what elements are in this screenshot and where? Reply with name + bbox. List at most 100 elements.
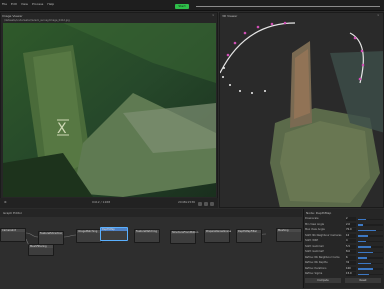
- param-row: Refine: Nb Neighbour Cams 6: [305, 255, 383, 261]
- param-value-input[interactable]: 6: [346, 255, 356, 260]
- param-slider-fill: [358, 246, 371, 248]
- param-slider[interactable]: [358, 240, 383, 242]
- underwater-photo[interactable]: X: [3, 23, 216, 197]
- param-label: Downscale: [305, 217, 319, 220]
- param-row: Max View Angle 70.0: [305, 228, 383, 233]
- graph-node[interactable]: DepthMapFilter: [236, 229, 262, 243]
- param-label: SGM: GammaP: [305, 250, 324, 253]
- param-value-input[interactable]: 100: [346, 266, 356, 271]
- node-title: DepthMap: [101, 228, 127, 231]
- param-label: SGM: WSH: [305, 239, 319, 242]
- param-label: Refine: Sigma: [305, 272, 323, 275]
- inspector-buttons: Compute Reset: [305, 278, 383, 283]
- node-title: CameraInit: [1, 229, 25, 232]
- param-label: Max View Angle: [305, 228, 325, 231]
- param-slider[interactable]: [358, 224, 383, 226]
- param-value-input[interactable]: 31: [346, 261, 356, 265]
- menu-view[interactable]: View: [21, 2, 28, 6]
- param-value-input[interactable]: 5.5: [346, 244, 356, 249]
- param-value-input[interactable]: 4: [346, 239, 356, 243]
- menu-process[interactable]: Process: [32, 2, 43, 6]
- close-icon[interactable]: ×: [377, 13, 380, 17]
- zoom-in-icon[interactable]: [198, 202, 202, 206]
- param-row: Refine: Nb Depths 31: [305, 261, 383, 266]
- compute-button[interactable]: Compute: [305, 278, 341, 283]
- close-icon[interactable]: ×: [212, 13, 215, 17]
- param-slider[interactable]: [358, 218, 383, 220]
- param-slider-fill: [358, 273, 370, 275]
- param-label: Refine: Iterations: [305, 266, 327, 270]
- param-slider[interactable]: [358, 262, 383, 264]
- image-path: /datasets/underwater/wreck_survey/image_…: [4, 19, 70, 22]
- node-title: PrepareDenseScene: [205, 230, 232, 233]
- graph-node[interactable]: ImageMatching: [76, 229, 102, 243]
- param-slider-fill: [358, 251, 373, 253]
- menu-bar: File Edit View Process Help: [2, 2, 54, 6]
- graph-node[interactable]: MeshFiltering: [28, 244, 54, 256]
- param-slider-fill: [358, 262, 371, 264]
- graph-editor-title: Graph Editor: [3, 211, 23, 215]
- node-title: FeatureMatching: [135, 230, 159, 233]
- inspector-title: Node: DepthMap: [306, 211, 332, 215]
- node-title: FeatureExtraction: [39, 232, 63, 235]
- progress-line: [196, 6, 380, 7]
- param-slider[interactable]: [358, 257, 383, 259]
- param-label: SGM: GammaC: [305, 244, 324, 248]
- graph-node[interactable]: FeatureMatching: [134, 229, 160, 243]
- param-slider[interactable]: [358, 235, 383, 237]
- param-value-input[interactable]: 2: [346, 217, 356, 221]
- param-slider[interactable]: [358, 273, 383, 275]
- reset-button[interactable]: Reset: [345, 278, 381, 283]
- image-viewer-footer: ⚙ 0412 / 1268 2048x1536: [0, 198, 218, 208]
- node-title: ImageMatching: [77, 230, 101, 233]
- param-value-input[interactable]: 15.0: [346, 272, 356, 276]
- point-cloud-graphic: [220, 13, 383, 207]
- param-label: Refine: Nb Depths: [305, 261, 328, 264]
- graph-node[interactable]: PrepareDenseScene: [204, 229, 232, 243]
- 3d-viewer-panel[interactable]: [219, 12, 384, 208]
- graph-node[interactable]: StructureFromMotion: [170, 230, 199, 244]
- param-slider-fill: [358, 268, 373, 270]
- zoom-out-icon[interactable]: [204, 202, 208, 206]
- param-slider[interactable]: [358, 268, 383, 270]
- param-slider[interactable]: [358, 229, 383, 231]
- viewer-settings-icon[interactable]: ⚙: [4, 200, 7, 204]
- menu-file[interactable]: File: [2, 2, 7, 6]
- param-slider-fill: [358, 218, 366, 220]
- param-value-input[interactable]: 2.0: [346, 222, 356, 227]
- param-row: SGM: GammaC 5.5: [305, 244, 383, 250]
- graph-editor-header: Graph Editor: [0, 209, 302, 217]
- param-value-input[interactable]: 70.0: [346, 228, 356, 232]
- node-title: DepthMapFilter: [237, 230, 261, 233]
- param-slider-fill: [358, 229, 376, 231]
- menu-edit[interactable]: Edit: [11, 2, 17, 6]
- param-row: Refine: Iterations 100: [305, 266, 383, 272]
- param-slider-fill: [358, 224, 363, 226]
- param-slider[interactable]: [358, 251, 383, 253]
- graph-node[interactable]: Meshing: [276, 228, 302, 242]
- param-value-input[interactable]: 10: [346, 233, 356, 238]
- param-row: SGM: WSH 4: [305, 239, 383, 244]
- fit-view-icon[interactable]: [210, 202, 214, 206]
- graph-node-selected[interactable]: DepthMap: [100, 227, 128, 241]
- frame-counter: 0412 / 1268: [92, 200, 111, 204]
- node-title: StructureFromMotion: [171, 231, 199, 234]
- start-compute-button[interactable]: Start: [175, 4, 189, 9]
- param-label: Min View Angle: [305, 222, 325, 226]
- graph-node[interactable]: CameraInit: [0, 228, 26, 242]
- param-label: Refine: Nb Neighbour Cams: [305, 255, 340, 259]
- graph-node[interactable]: FeatureExtraction: [38, 231, 64, 245]
- image-viewer-title: Image Viewer: [2, 14, 23, 18]
- param-value-input[interactable]: 8.0: [346, 250, 356, 254]
- param-slider-fill: [358, 257, 367, 259]
- param-row: Downscale 2: [305, 217, 383, 222]
- resolution-label: 2048x1536: [178, 200, 196, 204]
- 3d-viewer-title: 3D Viewer: [222, 14, 238, 18]
- param-row: SGM: GammaP 8.0: [305, 250, 383, 255]
- menu-help[interactable]: Help: [47, 2, 54, 6]
- param-row: Refine: Sigma 15.0: [305, 272, 383, 277]
- node-title: Meshing: [277, 229, 301, 232]
- param-label: SGM: Nb Neighbour Cameras: [305, 233, 342, 237]
- node-title: MeshFiltering: [29, 245, 53, 248]
- param-slider[interactable]: [358, 246, 383, 248]
